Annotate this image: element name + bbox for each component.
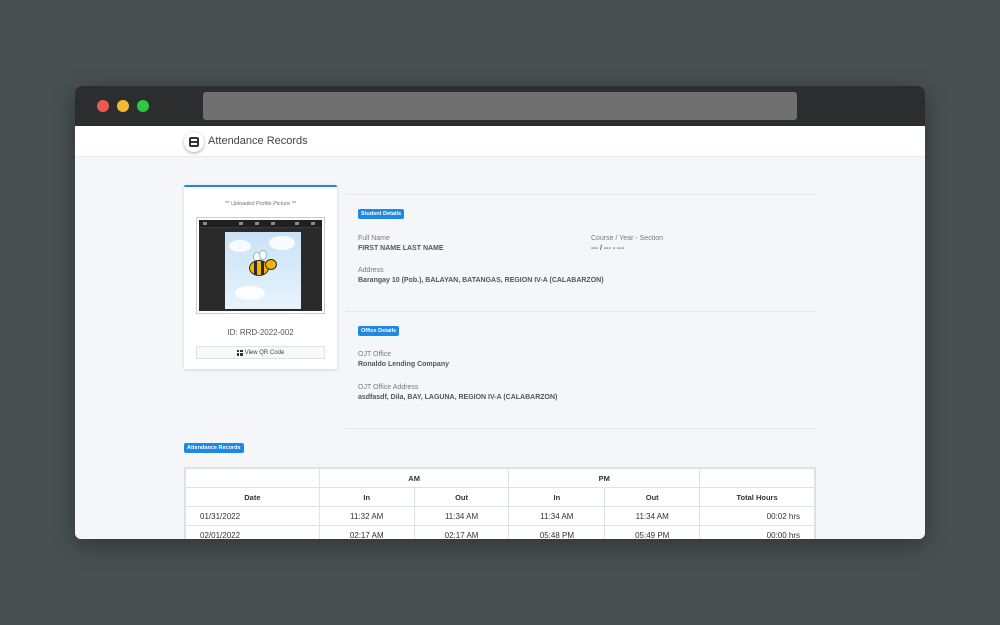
course-field: Course / Year - Section --- / --- - --- <box>591 235 663 252</box>
cell-total-hours: 00:00 hrs <box>699 525 815 539</box>
cell-date: 01/31/2022 <box>185 506 320 526</box>
table-header-row: Date In Out In Out Total Hours <box>185 487 815 507</box>
profile-card: ** Uploaded Profile Picture ** ID: RRD-2… <box>184 185 337 369</box>
browser-window: Attendance Records ** Uploaded Profile P… <box>75 86 925 539</box>
ojt-office-label: OJT Office <box>358 351 392 358</box>
attendance-table: AM PM Date In Out In Out Total Hours 01/… <box>184 467 816 539</box>
cell-am-in: 02:17 AM <box>318 525 415 539</box>
table-row: 01/31/2022 11:32 AM 11:34 AM 11:34 AM 11… <box>185 506 815 526</box>
table-group-header-row: AM PM <box>185 468 815 488</box>
cell-date: 02/01/2022 <box>185 525 320 539</box>
minimize-window-button[interactable] <box>117 100 129 112</box>
attendance-records-badge: Attendance Records <box>184 443 244 453</box>
course-label: Course / Year - Section <box>591 235 663 242</box>
student-id: ID: RRD-2022-002 <box>227 328 294 337</box>
bee-image <box>225 232 301 309</box>
app-logo-icon[interactable] <box>184 132 204 152</box>
column-header-pm-out: Out <box>604 487 701 507</box>
address-label: Address <box>358 267 384 274</box>
maximize-window-button[interactable] <box>137 100 149 112</box>
main-content: ** Uploaded Profile Picture ** ID: RRD-2… <box>75 157 925 539</box>
cell-am-out: 02:17 AM <box>413 525 510 539</box>
app-header: Attendance Records <box>75 126 925 157</box>
qr-code-icon <box>236 349 243 356</box>
view-qr-code-label: View QR Code <box>244 349 285 356</box>
divider <box>345 428 817 429</box>
cell-pm-in: 11:34 AM <box>508 506 606 526</box>
am-group-header: AM <box>318 468 510 488</box>
details-panel: Student Details Full Name FIRST NAME LAS… <box>345 194 817 434</box>
pm-group-header: PM <box>508 468 701 488</box>
ojt-office-value: Ronaldo Lending Company <box>358 361 449 368</box>
cell-am-in: 11:32 AM <box>318 506 415 526</box>
cell-pm-in: 05:48 PM <box>508 525 606 539</box>
divider <box>345 194 817 195</box>
column-header-am-in: In <box>318 487 415 507</box>
full-name-label: Full Name <box>358 235 390 242</box>
app-title: Attendance Records <box>208 135 308 147</box>
profile-picture <box>196 217 325 314</box>
address-value: Barangay 10 (Pob.), BALAYAN, BATANGAS, R… <box>358 277 604 284</box>
office-details-badge: Office Details <box>358 326 400 336</box>
profile-picture-caption: ** Uploaded Profile Picture ** <box>225 201 296 207</box>
ojt-office-field: OJT Office Ronaldo Lending Company <box>358 351 449 368</box>
full-name-field: Full Name FIRST NAME LAST NAME <box>358 235 444 252</box>
cell-am-out: 11:34 AM <box>413 506 510 526</box>
ojt-office-address-value: asdfasdf, Dila, BAY, LAGUNA, REGION IV-A… <box>358 394 558 401</box>
column-header-total-hours: Total Hours <box>699 487 815 507</box>
student-details-badge: Student Details <box>358 209 405 219</box>
window-titlebar <box>75 86 925 126</box>
close-window-button[interactable] <box>97 100 109 112</box>
view-qr-code-button[interactable]: View QR Code <box>196 346 325 359</box>
full-name-value: FIRST NAME LAST NAME <box>358 245 444 252</box>
table-row: 02/01/2022 02:17 AM 02:17 AM 05:48 PM 05… <box>185 525 815 539</box>
cell-pm-out: 05:49 PM <box>604 525 701 539</box>
column-header-date: Date <box>185 487 320 507</box>
ojt-office-address-field: OJT Office Address asdfasdf, Dila, BAY, … <box>358 384 557 401</box>
column-header-pm-in: In <box>508 487 606 507</box>
cell-pm-out: 11:34 AM <box>604 506 701 526</box>
address-bar[interactable] <box>203 92 797 120</box>
table-header-empty <box>699 468 815 488</box>
divider <box>345 311 817 312</box>
course-value: --- / --- - --- <box>591 245 625 252</box>
table-header-empty <box>185 468 320 488</box>
ojt-office-address-label: OJT Office Address <box>358 384 419 391</box>
column-header-am-out: Out <box>413 487 510 507</box>
cell-total-hours: 00:02 hrs <box>699 506 815 526</box>
address-field: Address Barangay 10 (Pob.), BALAYAN, BAT… <box>358 267 604 284</box>
